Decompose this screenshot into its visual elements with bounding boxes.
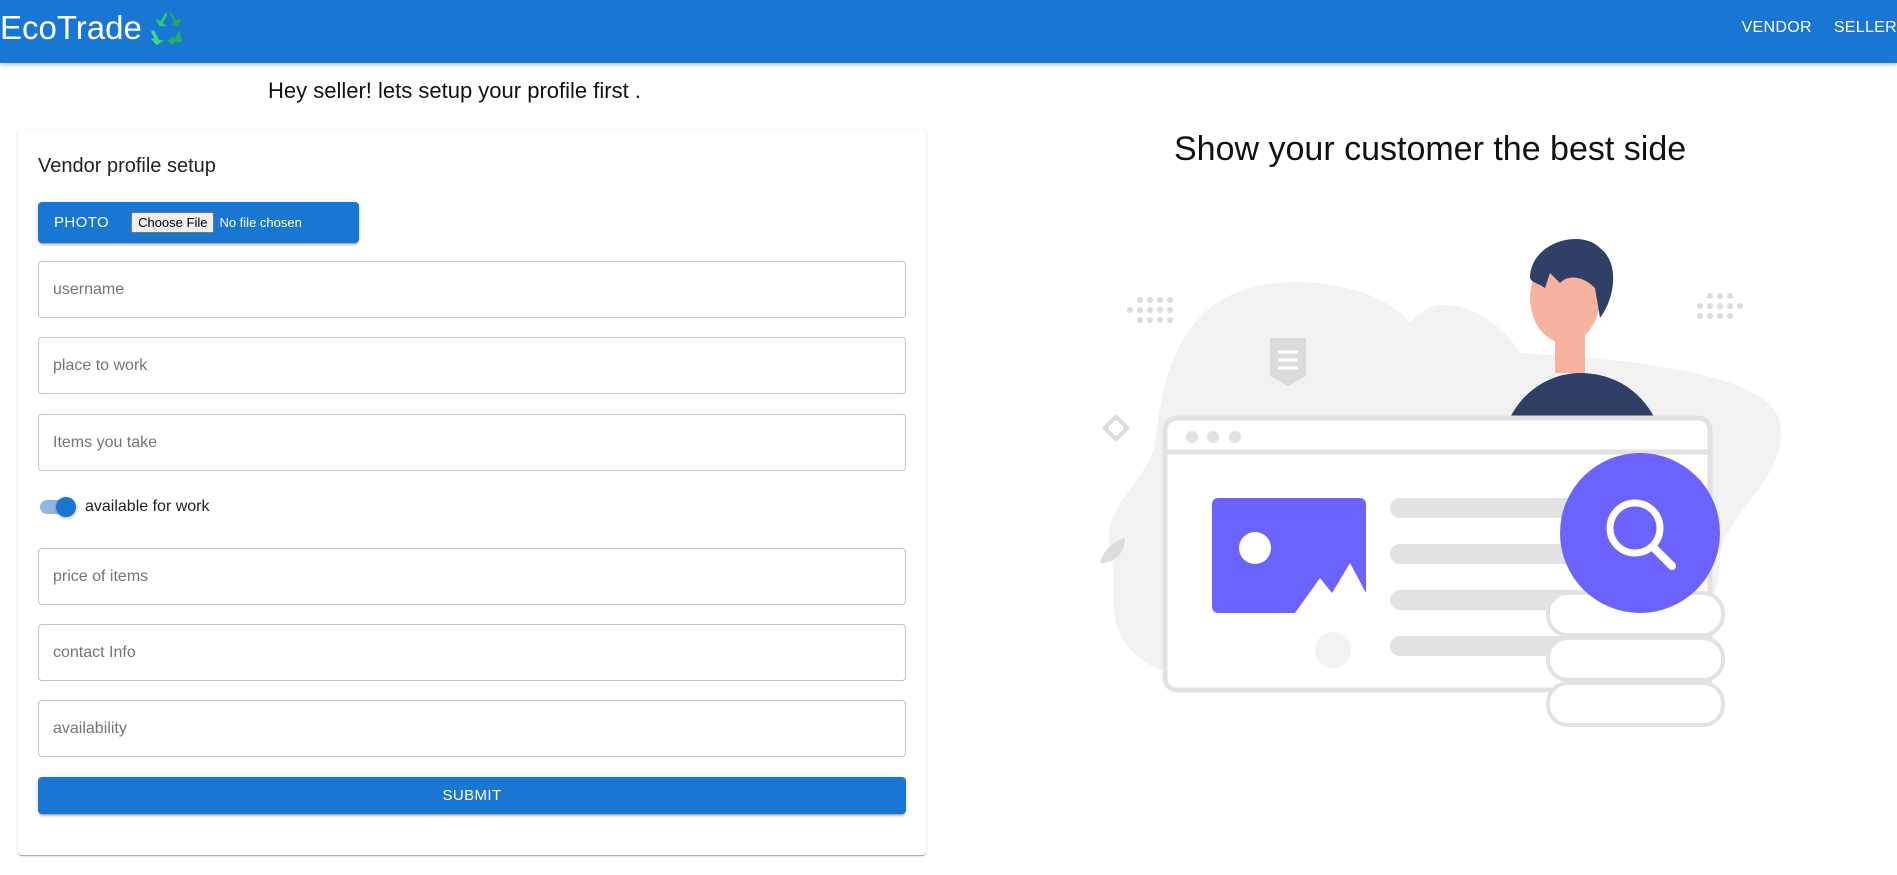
nav-vendor-link[interactable]: VENDOR (1731, 19, 1823, 37)
intro-heading: Hey seller! lets setup your profile firs… (268, 78, 641, 103)
profile-illustration (1100, 239, 1781, 727)
username-input[interactable] (39, 262, 905, 317)
photo-upload-button[interactable]: PHOTO Choose File No file chosen (38, 202, 359, 243)
price-field (38, 548, 906, 605)
showcase-title: Show your customer the best side (1174, 130, 1687, 168)
choose-file-button[interactable]: Choose File (131, 212, 215, 233)
image-icon (1212, 498, 1366, 613)
availability-field (38, 700, 906, 757)
vendor-profile-card: Vendor profile setup PHOTO Choose File N… (18, 129, 926, 855)
dots-left (1127, 297, 1173, 323)
items-field (38, 414, 906, 471)
items-you-take-input[interactable] (39, 415, 905, 470)
file-status: No file chosen (219, 215, 302, 230)
top-nav: VENDOR SELLER (1731, 0, 1897, 56)
document-badge (1270, 338, 1306, 386)
brand-name: EcoTrade (0, 9, 142, 46)
brand[interactable]: EcoTrade (0, 8, 186, 48)
search-icon (1560, 453, 1720, 613)
place-field (38, 337, 906, 394)
contact-field (38, 624, 906, 681)
availability-toggle-row: available for work (38, 496, 210, 518)
app-bar: EcoTrade VENDOR SELLER (0, 0, 1897, 63)
username-field (38, 261, 906, 318)
dots-right (1697, 293, 1743, 319)
submit-button[interactable]: SUBMIT (38, 777, 906, 814)
card-title: Vendor profile setup (38, 155, 216, 177)
price-input[interactable] (39, 549, 905, 604)
recycle-icon (150, 11, 183, 46)
diamond-shape (1101, 413, 1131, 443)
nav-seller-link[interactable]: SELLER (1823, 19, 1897, 37)
available-toggle[interactable] (38, 496, 76, 518)
toggle-label: available for work (85, 498, 210, 515)
contact-info-input[interactable] (39, 625, 905, 680)
photo-label: PHOTO (54, 214, 110, 231)
availability-input[interactable] (39, 701, 905, 756)
toggle-thumb (56, 497, 76, 517)
place-to-work-input[interactable] (39, 338, 905, 393)
